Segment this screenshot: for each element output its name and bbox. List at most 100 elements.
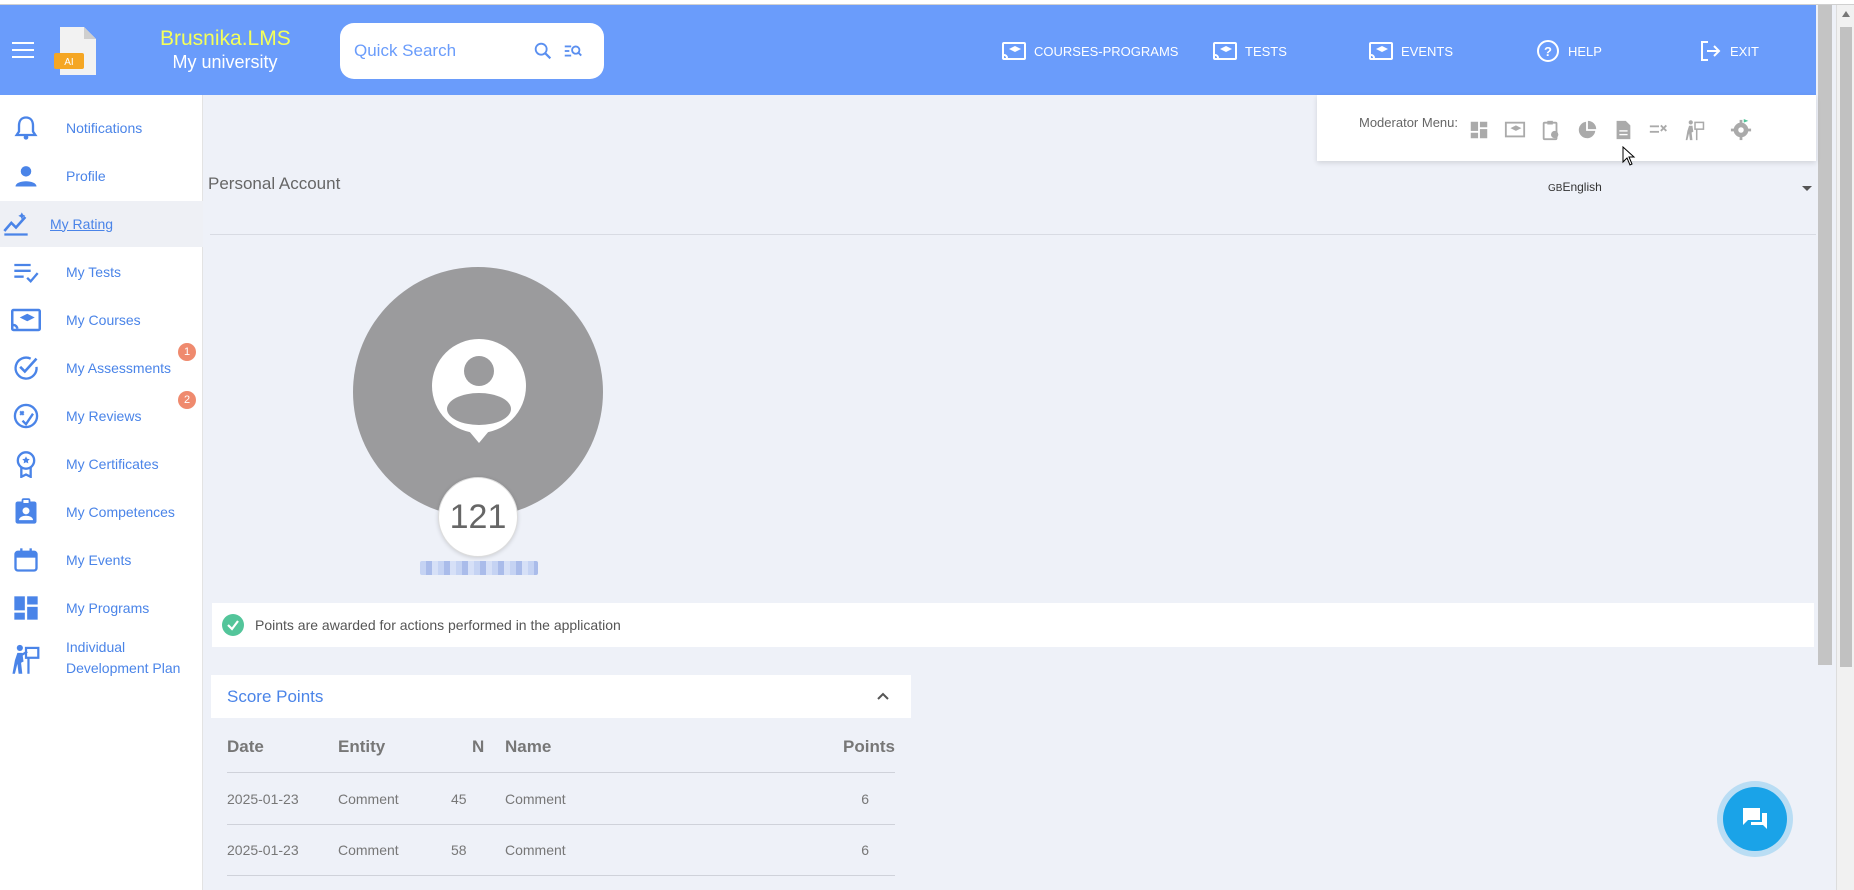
- sidebar-item-notifications[interactable]: Notifications: [0, 105, 203, 151]
- check-circle-icon: [10, 352, 42, 384]
- review-icon: [10, 400, 42, 432]
- cell-entity: Comment: [338, 791, 399, 807]
- sidebar-item-my-courses[interactable]: My Courses: [0, 297, 203, 343]
- sidebar-item-label: My Courses: [66, 311, 141, 328]
- courses-icon[interactable]: [1504, 119, 1526, 141]
- language-value: English: [1562, 180, 1602, 194]
- sidebar-item-individual-development-plan[interactable]: Individual Development Plan: [0, 633, 203, 685]
- brand[interactable]: Brusnika.LMS My university: [160, 27, 291, 73]
- sidebar-item-my-assessments[interactable]: My Assessments 1: [0, 343, 203, 391]
- document-icon[interactable]: [1612, 119, 1634, 141]
- logo-icon: AI: [54, 27, 96, 75]
- nav-help[interactable]: ? HELP: [1536, 37, 1602, 65]
- calendar-icon: [10, 544, 42, 576]
- courses-icon: [10, 304, 42, 336]
- table-row[interactable]: 2025-01-23 Comment 45 Comment 6: [227, 774, 895, 825]
- sidebar-item-label: My Competences: [66, 503, 175, 520]
- sidebar-item-label: My Assessments: [66, 359, 172, 376]
- sidebar-item-label: My Certificates: [66, 455, 159, 472]
- chevron-up-icon[interactable]: [877, 690, 889, 702]
- sidebar-item-my-reviews[interactable]: My Reviews 2: [0, 391, 203, 439]
- logo-text: AI: [64, 57, 73, 68]
- search-icon[interactable]: [532, 40, 554, 62]
- flag-text: GB: [1548, 183, 1563, 194]
- sidebar-item-my-rating[interactable]: My Rating: [0, 201, 203, 247]
- notification-badge: 2: [178, 391, 196, 409]
- top-header: AI Brusnika.LMS My university COURSES-PR…: [0, 5, 1816, 95]
- chat-icon: [1743, 808, 1767, 829]
- column-header-name[interactable]: Name: [505, 737, 551, 757]
- sidebar-item-my-competences[interactable]: My Competences: [0, 489, 203, 535]
- check-icon: [222, 614, 244, 636]
- cell-n: 58: [451, 842, 467, 858]
- sidebar-item-label: Profile: [66, 167, 106, 184]
- sidebar-item-my-events[interactable]: My Events: [0, 537, 203, 583]
- label-line-1: Individual: [66, 639, 126, 655]
- svg-text:?: ?: [1544, 44, 1552, 59]
- language-select[interactable]: GBEnglish: [1548, 180, 1812, 202]
- column-header-n[interactable]: N: [472, 737, 484, 757]
- nav-label: EVENTS: [1401, 43, 1454, 59]
- sidebar-item-profile[interactable]: Profile: [0, 153, 203, 199]
- search-input[interactable]: [354, 41, 524, 61]
- nav-label: HELP: [1568, 43, 1602, 59]
- award-icon: [10, 448, 42, 480]
- events-icon: [1369, 42, 1393, 60]
- hamburger-menu-icon[interactable]: [12, 42, 34, 58]
- sidebar: Notifications Profile My Rating My Tests…: [0, 95, 203, 890]
- gear-icon[interactable]: [1730, 119, 1752, 141]
- dashboard-icon[interactable]: [1468, 119, 1490, 141]
- development-plan-icon: [10, 643, 42, 675]
- scroll-up-arrow-icon[interactable]: [1842, 11, 1850, 17]
- nav-tests[interactable]: TESTS: [1213, 37, 1287, 65]
- clipboard-clock-icon[interactable]: [1540, 119, 1562, 141]
- sidebar-item-label: My Events: [66, 551, 132, 568]
- person-icon: [10, 160, 42, 192]
- score-value: 121: [438, 477, 518, 557]
- brand-title: Brusnika.LMS: [160, 27, 291, 50]
- nav-events[interactable]: EVENTS: [1369, 37, 1453, 65]
- badge-person-icon: [10, 496, 42, 528]
- sidebar-item-my-certificates[interactable]: My Certificates: [0, 441, 203, 487]
- nav-courses-programs[interactable]: COURSES-PROGRAMS: [1002, 37, 1178, 65]
- panel-title: Score Points: [227, 686, 324, 706]
- cell-entity: Comment: [338, 842, 399, 858]
- brand-subtitle: My university: [172, 52, 278, 72]
- column-header-entity[interactable]: Entity: [338, 737, 385, 757]
- divider: [210, 234, 1816, 235]
- sidebar-item-my-tests[interactable]: My Tests: [0, 249, 203, 295]
- advanced-search-icon[interactable]: [562, 40, 584, 62]
- pie-chart-icon[interactable]: [1576, 119, 1598, 141]
- table-header: Date Entity N Name Points: [227, 725, 895, 773]
- sidebar-item-label: Individual Development Plan: [66, 637, 180, 679]
- development-plan-icon[interactable]: [1684, 119, 1706, 141]
- cell-points: 6: [861, 791, 869, 807]
- sidebar-item-label: My Rating: [50, 215, 114, 232]
- label-line-2: Development Plan: [66, 660, 181, 676]
- chat-button[interactable]: [1723, 787, 1787, 851]
- sidebar-item-my-programs[interactable]: My Programs: [0, 585, 203, 631]
- info-text: Points are awarded for actions performed…: [255, 617, 621, 633]
- nav-exit[interactable]: EXIT: [1698, 37, 1759, 65]
- sidebar-item-label: My Programs: [66, 599, 150, 616]
- score-points-panel-header[interactable]: Score Points: [211, 675, 911, 718]
- username-blurred: [420, 561, 538, 575]
- notification-badge: 1: [178, 343, 196, 361]
- help-icon: ?: [1537, 40, 1559, 62]
- column-header-date[interactable]: Date: [227, 737, 264, 757]
- list-check-icon[interactable]: [1648, 119, 1670, 141]
- info-bar: Points are awarded for actions performed…: [212, 603, 1814, 647]
- sidebar-item-label: Notifications: [66, 119, 143, 136]
- scrollbar-thumb[interactable]: [1840, 27, 1852, 667]
- checklist-icon: [10, 256, 42, 288]
- rating-chart-icon: [0, 208, 32, 240]
- page-scroll-thumb[interactable]: [1818, 5, 1832, 665]
- table-row[interactable]: 2025-01-23 Comment 58 Comment 6: [227, 825, 895, 876]
- window-scrollbar[interactable]: [1836, 5, 1854, 890]
- courses-icon: [1002, 42, 1026, 60]
- cell-date: 2025-01-23: [227, 791, 299, 807]
- column-header-points[interactable]: Points: [843, 737, 895, 757]
- bell-icon: [10, 112, 42, 144]
- cell-n: 45: [451, 791, 467, 807]
- quick-search: [340, 23, 604, 79]
